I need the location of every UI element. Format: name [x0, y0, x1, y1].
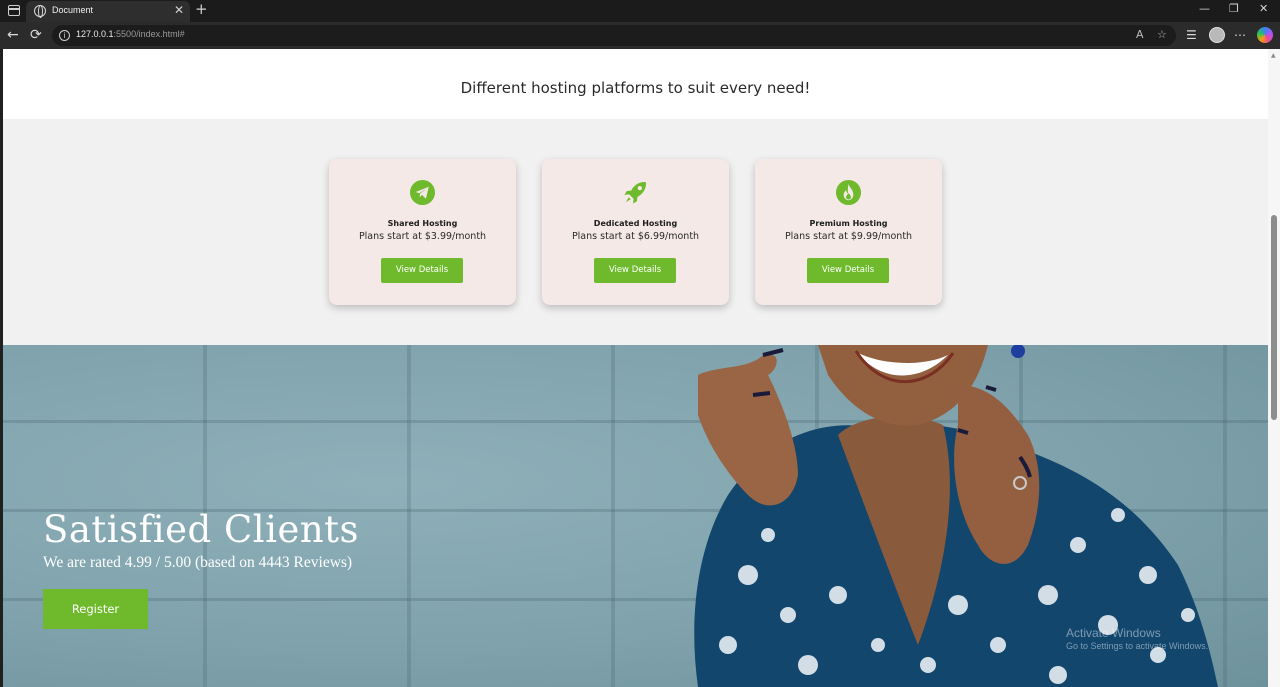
browser-tab[interactable]: Document ✕	[26, 1, 190, 22]
intro-section: Different hosting platforms to suit ever…	[3, 49, 1268, 119]
hero-title: Satisfied Clients	[43, 508, 360, 551]
plan-card-dedicated: Dedicated Hosting Plans start at $6.99/m…	[542, 159, 729, 305]
profile-avatar[interactable]	[1209, 27, 1225, 43]
url-field[interactable]: i 127.0.0.1:5500/index.html# A ☆	[52, 25, 1176, 46]
plan-card-premium: Premium Hosting Plans start at $9.99/mon…	[755, 159, 942, 305]
plan-title: Shared Hosting	[387, 219, 458, 228]
satisfied-clients-hero: Satisfied Clients We are rated 4.99 / 5.…	[3, 345, 1268, 687]
favorites-icon[interactable]: ☰	[1186, 28, 1197, 42]
view-details-button[interactable]: View Details	[381, 258, 463, 283]
address-bar-row: ← ⟳ i 127.0.0.1:5500/index.html# A ☆ ☰ ⋯	[0, 22, 1280, 49]
plans-section: Shared Hosting Plans start at $3.99/mont…	[3, 119, 1268, 345]
url-path: :5500/index.html#	[113, 29, 185, 39]
intro-heading: Different hosting platforms to suit ever…	[460, 79, 811, 97]
view-details-button[interactable]: View Details	[807, 258, 889, 283]
scroll-thumb[interactable]	[1271, 215, 1277, 420]
plan-title: Premium Hosting	[809, 219, 888, 228]
page-scrollbar[interactable]: ▲	[1268, 49, 1280, 687]
browser-tab-bar: Document ✕ + — ❐ ✕	[0, 0, 1280, 22]
site-info-icon[interactable]: i	[59, 30, 70, 41]
plan-title: Dedicated Hosting	[593, 219, 678, 228]
globe-icon	[34, 5, 46, 18]
reload-button[interactable]: ⟳	[30, 27, 42, 43]
activate-windows-watermark: Activate Windows Go to Settings to activ…	[1066, 626, 1208, 651]
url-text: 127.0.0.1:5500/index.html#	[76, 29, 185, 39]
copilot-icon[interactable]	[1257, 27, 1273, 43]
watermark-line-1: Activate Windows	[1066, 626, 1161, 640]
scroll-up-arrow-icon[interactable]: ▲	[1271, 52, 1276, 59]
close-window-button[interactable]: ✕	[1259, 2, 1268, 15]
tab-actions-icon[interactable]	[8, 5, 20, 16]
new-tab-button[interactable]: +	[195, 0, 208, 18]
tab-title: Document	[52, 5, 94, 15]
fire-icon	[835, 179, 862, 206]
restore-button[interactable]: ❐	[1229, 2, 1239, 15]
favorite-star-icon[interactable]: ☆	[1157, 28, 1167, 41]
plan-price: Plans start at $6.99/month	[571, 231, 700, 242]
plan-card-shared: Shared Hosting Plans start at $3.99/mont…	[329, 159, 516, 305]
watermark-line-2: Go to Settings to activate Windows.	[1066, 641, 1209, 651]
tab-close-icon[interactable]: ✕	[174, 3, 184, 17]
rocket-icon	[624, 181, 647, 204]
back-button[interactable]: ←	[7, 27, 19, 43]
register-button[interactable]: Register	[43, 589, 148, 629]
more-menu-icon[interactable]: ⋯	[1234, 28, 1246, 42]
read-aloud-icon[interactable]: A	[1136, 28, 1144, 41]
url-host: 127.0.0.1	[76, 29, 114, 39]
plan-price: Plans start at $9.99/month	[784, 231, 913, 242]
paper-plane-icon	[409, 179, 436, 206]
hero-rating-text: We are rated 4.99 / 5.00 (based on 4443 …	[43, 554, 353, 571]
page-viewport: Different hosting platforms to suit ever…	[3, 49, 1268, 687]
minimize-button[interactable]: —	[1199, 2, 1210, 15]
view-details-button[interactable]: View Details	[594, 258, 676, 283]
plan-price: Plans start at $3.99/month	[358, 231, 487, 242]
